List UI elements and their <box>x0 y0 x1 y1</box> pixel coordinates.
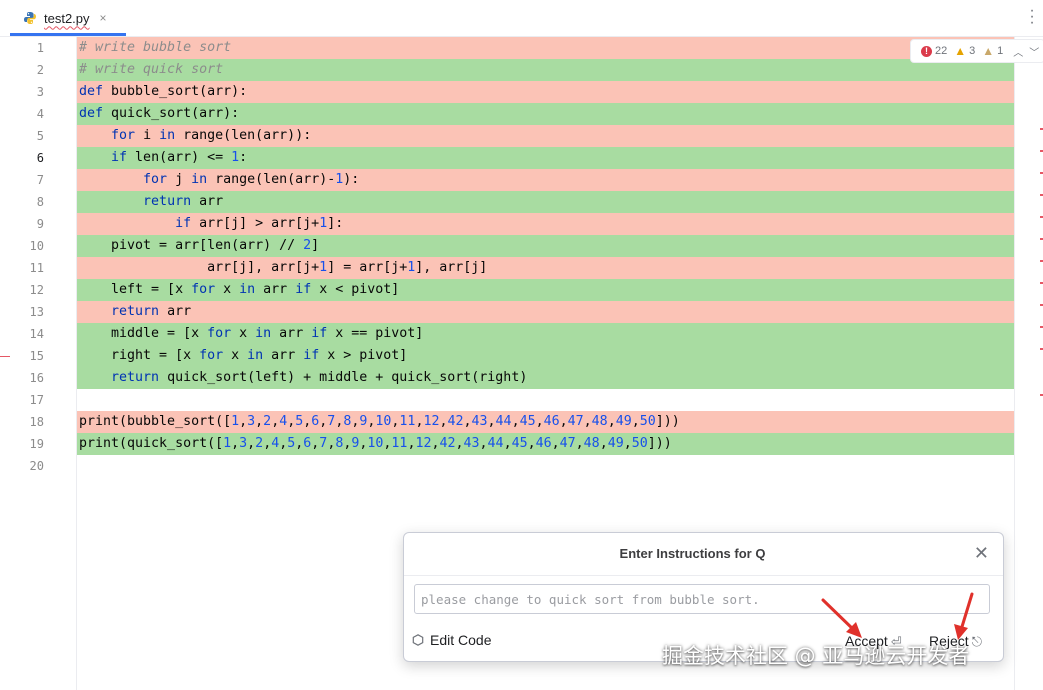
code-line[interactable]: 3 def bubble_sort(arr): <box>37 81 1043 103</box>
error-count: 22 <box>935 45 948 57</box>
code-line[interactable]: 17 <box>30 389 1043 411</box>
code-text: if len(arr) <= 1: <box>111 150 248 165</box>
code-line[interactable]: 12 left = [x for x in arr if x < pivot] <box>30 279 1043 301</box>
warning-icon: ▲ <box>954 44 967 58</box>
code-text: return arr <box>143 194 224 209</box>
code-line[interactable]: 7 for j in range(len(arr)-1): <box>37 169 1043 191</box>
edit-code-label: Edit Code <box>430 632 492 648</box>
line-number: 7 <box>36 173 44 187</box>
line-number: 14 <box>29 327 44 341</box>
line-number: 11 <box>29 261 44 275</box>
code-text: return quick_sort(left) + middle + quick… <box>111 370 528 385</box>
active-tab-indicator <box>10 33 126 36</box>
warning-count: 3 <box>969 45 976 57</box>
code-line[interactable]: 2 # write quick sort <box>37 59 1043 81</box>
code-text: # write bubble sort <box>79 40 232 55</box>
code-text: middle = [x for x in arr if x == pivot] <box>79 326 424 341</box>
code-text: # write quick sort <box>79 62 224 77</box>
annotation-arrow-accept <box>821 598 862 638</box>
line-number: 17 <box>29 393 44 407</box>
code-line[interactable]: 16 return quick_sort(left) + middle + qu… <box>30 367 1043 389</box>
code-text: arr[j], arr[j+1] = arr[j+1], arr[j] <box>79 260 488 275</box>
dialog-title: Enter Instructions for Q <box>619 546 766 561</box>
line-number: 18 <box>29 415 44 429</box>
tab-close-icon[interactable]: × <box>100 11 107 25</box>
chevron-down-icon[interactable]: ﹀ <box>1029 44 1039 59</box>
code-text: right = [x for x in arr if x > pivot] <box>79 348 408 363</box>
inspection-widget[interactable]: ! 22 ▲ 3 ▲ 1 ︿ ﹀ <box>910 39 1043 63</box>
watermark: 掘金技术社区 @ 亚马逊云开发者 <box>662 644 970 668</box>
dialog-divider <box>404 575 1003 576</box>
line-number: 3 <box>36 85 44 99</box>
error-icon: ! <box>921 45 932 57</box>
code-line[interactable]: 10 pivot = arr[len(arr) // 2] <box>30 235 1043 257</box>
line-number: 2 <box>36 63 44 77</box>
weak-warning-icon: ▲ <box>982 44 995 58</box>
code-text: if arr[j] > arr[j+1]: <box>175 216 344 231</box>
code-line[interactable]: 19 print(quick_sort([1,3,2,4,5,6,7,8,9,10… <box>30 433 1043 455</box>
code-line[interactable]: 6 if len(arr) <= 1: <box>37 147 1043 169</box>
deleted-line-highlight <box>77 301 1014 323</box>
hexagon-icon <box>412 634 424 646</box>
line-number: 4 <box>36 107 44 121</box>
code-text: def quick_sort(arr): <box>79 106 240 121</box>
code-line[interactable]: 13 return arr <box>30 301 1043 323</box>
close-icon[interactable]: ✕ <box>974 543 989 563</box>
python-file-icon <box>24 12 36 24</box>
weak-warning-count: 1 <box>997 45 1004 57</box>
line-number: 13 <box>29 305 44 319</box>
code-text: return arr <box>111 304 192 319</box>
code-line[interactable]: 15 right = [x for x in arr if x > pivot] <box>30 345 1043 367</box>
line-number: 8 <box>36 195 44 209</box>
code-line[interactable]: 5 for i in range(len(arr)): <box>37 125 1043 147</box>
line-number: 6 <box>36 151 44 165</box>
code-line[interactable]: 18 print(bubble_sort([1,3,2,4,5,6,7,8,9,1… <box>30 411 1043 433</box>
instructions-input[interactable] <box>414 584 990 614</box>
editor-tab-bar: test2.py × · · · <box>0 0 1043 37</box>
line-number: 9 <box>36 217 44 231</box>
line-number: 12 <box>29 283 44 297</box>
code-line[interactable]: 11 arr[j], arr[j+1] = arr[j+1], arr[j] <box>30 257 1043 279</box>
more-options-icon[interactable]: · · · <box>1029 3 1035 31</box>
code-text: for j in range(len(arr)-1): <box>143 172 360 187</box>
line-number: 15 <box>29 349 44 363</box>
code-text: print(quick_sort([1,3,2,4,5,6,7,8,9,10,1… <box>79 436 672 451</box>
tab-filename: test2.py <box>44 10 90 26</box>
code-line[interactable]: 4 def quick_sort(arr): <box>37 103 1043 125</box>
line-number: 19 <box>29 437 44 451</box>
line-number: 1 <box>36 41 44 55</box>
edit-code-button[interactable]: Edit Code <box>412 632 491 648</box>
line-number: 10 <box>29 239 44 253</box>
code-line[interactable]: 14 middle = [x for x in arr if x == pivo… <box>30 323 1043 345</box>
line-number: 20 <box>29 459 44 473</box>
code-line[interactable]: 9 if arr[j] > arr[j+1]: <box>37 213 1043 235</box>
line-number: 5 <box>36 129 44 143</box>
annotation-arrow-reject <box>954 592 974 640</box>
file-tab[interactable]: test2.py × <box>10 0 128 36</box>
code-line[interactable]: 20 <box>30 455 1043 477</box>
code-text: left = [x for x in arr if x < pivot] <box>79 282 400 297</box>
code-text: pivot = arr[len(arr) // 2] <box>79 238 320 253</box>
chevron-up-icon[interactable]: ︿ <box>1013 44 1023 59</box>
code-text: print(bubble_sort([1,3,2,4,5,6,7,8,9,10,… <box>79 414 680 429</box>
line-number: 16 <box>29 371 44 385</box>
code-line[interactable]: 8 return arr <box>37 191 1043 213</box>
code-text: for i in range(len(arr)): <box>111 128 312 143</box>
code-line[interactable]: 1 # write bubble sort <box>37 37 1043 59</box>
code-text: def bubble_sort(arr): <box>79 84 248 99</box>
